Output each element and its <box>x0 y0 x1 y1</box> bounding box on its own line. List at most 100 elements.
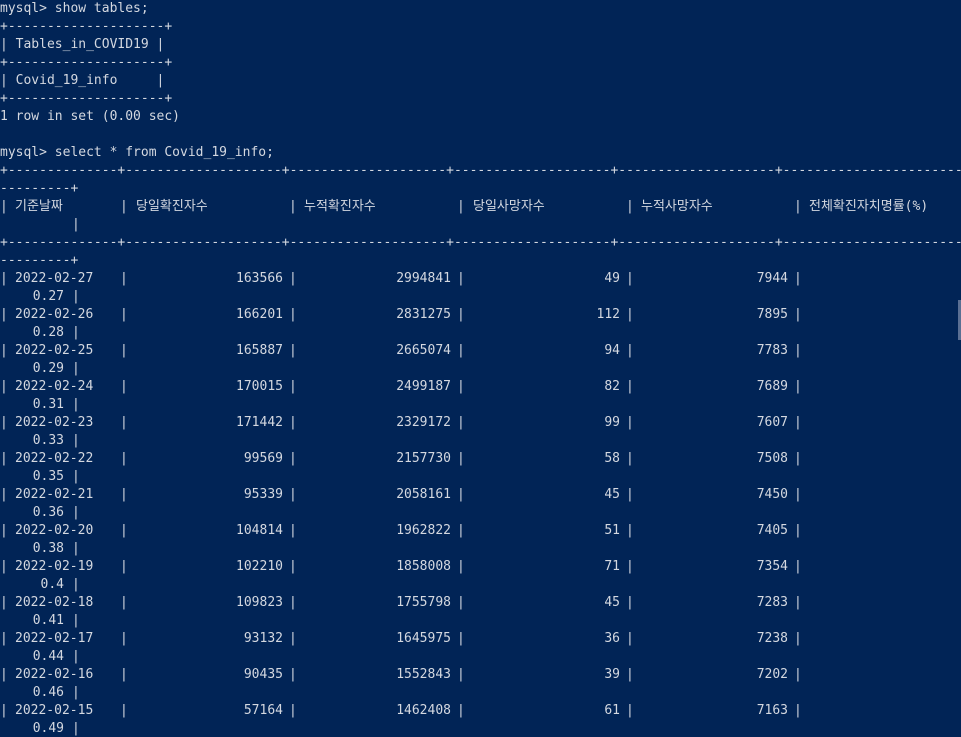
cell-total-deaths: 7405 <box>756 523 788 538</box>
cell-daily-deaths: 61 <box>604 703 620 718</box>
cell-fatality-rate: 0.4 <box>40 577 64 592</box>
cell-total-deaths: 7354 <box>756 559 788 574</box>
table-header-row: | 기준날짜 | 당일확진자수 | 누적확진자수 | 당일사망자수 | 누적사망… <box>0 199 929 214</box>
cell-fatality-rate: 0.33 <box>32 433 64 448</box>
column-header-daily-cases: 당일확진자수 <box>136 199 208 214</box>
cell-date: 2022-02-26 <box>15 307 94 322</box>
cell-date: 2022-02-19 <box>15 559 94 574</box>
table-row: | | | | | | 2022-02-19 102210 1858008 71 7354 <box>0 559 802 574</box>
cell-date: 2022-02-18 <box>15 595 94 610</box>
table-row-wrap: 0.38 | <box>0 540 961 558</box>
cell-total-cases: 2499187 <box>396 379 451 394</box>
table-border: +--------------------+ <box>0 91 173 106</box>
cell-total-deaths: 7783 <box>756 343 788 358</box>
cell-daily-cases: 109823 <box>236 595 283 610</box>
query-status: 1 row in set (0.00 sec) <box>0 109 181 124</box>
cell-fatality-rate: 0.49 <box>32 721 64 736</box>
cell-date: 2022-02-23 <box>15 415 94 430</box>
cell-total-cases: 1755798 <box>396 595 451 610</box>
table-row: | | | | | | 2022-02-18 109823 1755798 45 7283 <box>0 595 802 610</box>
cell-date: 2022-02-24 <box>15 379 94 394</box>
table-row-wrap: 0.36 | <box>0 504 961 522</box>
table-row-wrap: 0.31 | <box>0 396 961 414</box>
cell-total-deaths: 7895 <box>756 307 788 322</box>
cell-daily-cases: 171442 <box>236 415 283 430</box>
cell-fatality-rate: 0.38 <box>32 541 64 556</box>
table-border: +--------------+--------------------+---… <box>0 163 961 178</box>
cell-daily-cases: 104814 <box>236 523 283 538</box>
column-header-tables: | Tables_in_COVID19 | <box>0 37 165 52</box>
cell-date: 2022-02-16 <box>15 667 94 682</box>
cell-daily-cases: 165887 <box>236 343 283 358</box>
cell-daily-deaths: 39 <box>604 667 620 682</box>
cell-daily-cases: 102210 <box>236 559 283 574</box>
table-row: | | | | | | 2022-02-23 171442 2329172 99 7607 <box>0 415 802 430</box>
cell-daily-deaths: 58 <box>604 451 620 466</box>
table-row: | | | | | | 2022-02-16 90435 1552843 39 7202 <box>0 667 802 682</box>
cell-total-deaths: 7238 <box>756 631 788 646</box>
column-header-daily-deaths: 당일사망자수 <box>473 199 545 214</box>
table-row: | | | | | | 2022-02-24 170015 2499187 82 7689 <box>0 379 802 394</box>
table-row: | | | | | | 2022-02-20 104814 1962822 51 7405 <box>0 523 802 538</box>
table-border-wrap: ---------+ <box>0 181 79 196</box>
cell-total-cases: 2058161 <box>396 487 451 502</box>
column-header-total-deaths: 누적사망자수 <box>641 199 713 214</box>
cell-daily-deaths: 45 <box>604 595 620 610</box>
table-row-wrap: 0.33 | <box>0 432 961 450</box>
column-header-fatality-rate: 전체확진자치명률(%) <box>809 199 929 214</box>
table-row-wrap: 0.44 | <box>0 648 961 666</box>
cell-fatality-rate: 0.31 <box>32 397 64 412</box>
table-row-wrap: 0.29 | <box>0 360 961 378</box>
cell-total-deaths: 7163 <box>756 703 788 718</box>
cell-date: 2022-02-21 <box>15 487 94 502</box>
cell-total-deaths: 7689 <box>756 379 788 394</box>
cell-total-cases: 2665074 <box>396 343 451 358</box>
command-prompt-select: mysql> select * from Covid_19_info; <box>0 145 274 160</box>
cell-total-cases: 1858008 <box>396 559 451 574</box>
cell-daily-cases: 93132 <box>243 631 283 646</box>
cell-fatality-rate: 0.44 <box>32 649 64 664</box>
cell-total-cases: 1645975 <box>396 631 451 646</box>
cell-date: 2022-02-20 <box>15 523 94 538</box>
cell-total-deaths: 7202 <box>756 667 788 682</box>
cell-daily-deaths: 36 <box>604 631 620 646</box>
table-row-wrap: 0.35 | <box>0 468 961 486</box>
table-row: | | | | | | 2022-02-15 57164 1462408 61 7163 <box>0 703 802 718</box>
table-row: | | | | | | 2022-02-22 99569 2157730 58 7508 <box>0 451 802 466</box>
table-row: | | | | | | 2022-02-17 93132 1645975 36 7238 <box>0 631 802 646</box>
table-row: | | | | | | 2022-02-27 163566 2994841 49 7944 <box>0 271 802 286</box>
table-row-wrap: 0.41 | <box>0 612 961 630</box>
terminal-window[interactable]: mysql> show tables; +-------------------… <box>0 0 961 737</box>
command-prompt-show-tables: mysql> show tables; <box>0 1 149 16</box>
table-row-wrap: 0.28 | <box>0 324 961 342</box>
table-row: | | | | | | 2022-02-21 95339 2058161 45 7450 <box>0 487 802 502</box>
cell-total-cases: 2329172 <box>396 415 451 430</box>
cell-daily-deaths: 99 <box>604 415 620 430</box>
cell-total-deaths: 7450 <box>756 487 788 502</box>
table-border: +--------------------+ <box>0 55 173 70</box>
table-border: +--------------------+ <box>0 19 173 34</box>
cell-fatality-rate: 0.35 <box>32 469 64 484</box>
table-border: +--------------+--------------------+---… <box>0 235 961 250</box>
table-border-wrap: ---------+ <box>0 253 79 268</box>
table-row-wrap: 0.4 | <box>0 576 961 594</box>
cell-daily-cases: 163566 <box>236 271 283 286</box>
table-row-wrap: 0.27 | <box>0 288 961 306</box>
cell-date: 2022-02-22 <box>15 451 94 466</box>
cell-daily-cases: 166201 <box>236 307 283 322</box>
cell-daily-cases: 99569 <box>243 451 283 466</box>
cell-fatality-rate: 0.28 <box>32 325 64 340</box>
cell-daily-cases: 57164 <box>243 703 283 718</box>
cell-total-cases: 2994841 <box>396 271 451 286</box>
table-row: | Covid_19_info | <box>0 73 165 88</box>
cell-total-deaths: 7607 <box>756 415 788 430</box>
cell-daily-cases: 90435 <box>243 667 283 682</box>
cell-fatality-rate: 0.27 <box>32 289 64 304</box>
cell-total-deaths: 7944 <box>756 271 788 286</box>
cell-daily-deaths: 49 <box>604 271 620 286</box>
cell-total-cases: 1962822 <box>396 523 451 538</box>
cell-total-cases: 2831275 <box>396 307 451 322</box>
column-header-date: 기준날짜 <box>15 199 63 214</box>
cell-daily-deaths: 45 <box>604 487 620 502</box>
cell-daily-cases: 170015 <box>236 379 283 394</box>
